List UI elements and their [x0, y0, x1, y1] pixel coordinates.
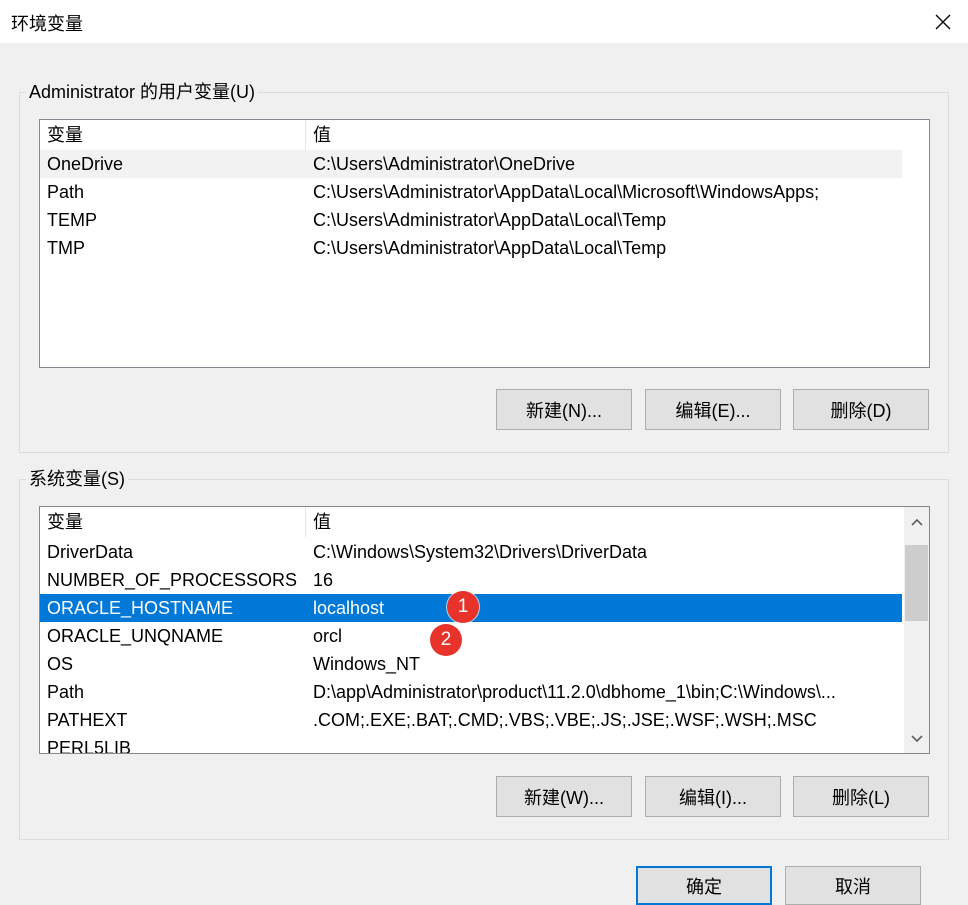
var-value: C:\Users\Administrator\AppData\Local\Tem…	[313, 210, 667, 230]
user-delete-button[interactable]: 删除(D)	[793, 389, 929, 430]
user-new-button[interactable]: 新建(N)...	[496, 389, 632, 430]
chevron-up-icon	[910, 518, 923, 526]
var-value: .COM;.EXE;.BAT;.CMD;.VBS;.VBE;.JS;.JSE;.…	[313, 710, 817, 730]
column-divider[interactable]	[305, 120, 306, 150]
var-value: localhost	[313, 598, 385, 618]
system-delete-button[interactable]: 删除(L)	[793, 776, 929, 817]
table-row[interactable]: TEMP C:\Users\Administrator\AppData\Loca…	[40, 206, 902, 234]
var-value: D:\app\Administrator\product\11.2.0\dbho…	[313, 682, 836, 702]
system-new-button[interactable]: 新建(W)...	[496, 776, 632, 817]
var-value: C:\Users\Administrator\AppData\Local\Mic…	[313, 182, 820, 202]
ok-button[interactable]: 确定	[636, 866, 772, 905]
var-name: DriverData	[47, 542, 134, 562]
table-row[interactable]: ORACLE_UNQNAME orcl	[40, 622, 902, 650]
table-row[interactable]: PATHEXT .COM;.EXE;.BAT;.CMD;.VBS;.VBE;.J…	[40, 706, 902, 734]
annotation-badge-1: 1	[447, 591, 479, 623]
table-row[interactable]: OneDrive C:\Users\Administrator\OneDrive	[40, 150, 902, 178]
system-vars-header: 变量 值	[40, 507, 902, 537]
table-row[interactable]: DriverData C:\Windows\System32\Drivers\D…	[40, 538, 902, 566]
scroll-up-button[interactable]	[904, 509, 929, 534]
system-vars-list[interactable]: 变量 值 DriverData C:\Windows\System32\Driv…	[39, 506, 930, 754]
var-value: Windows_NT	[313, 654, 421, 674]
annotation-badge-2: 2	[430, 624, 462, 656]
var-name: Path	[47, 682, 85, 702]
system-edit-button[interactable]: 编辑(I)...	[645, 776, 781, 817]
column-divider[interactable]	[305, 507, 306, 537]
var-value: C:\Users\Administrator\AppData\Local\Tem…	[313, 238, 667, 258]
close-button[interactable]	[918, 0, 968, 43]
column-header-value[interactable]: 值	[313, 120, 331, 150]
system-vars-label: 系统变量(S)	[26, 467, 128, 491]
user-vars-group: Administrator 的用户变量(U) 变量 值 OneDrive C:\…	[19, 80, 949, 453]
var-name: Path	[47, 182, 85, 202]
title-bar: 环境变量	[0, 0, 968, 43]
user-vars-header: 变量 值	[40, 120, 902, 150]
cancel-button[interactable]: 取消	[785, 866, 921, 905]
user-vars-list[interactable]: 变量 值 OneDrive C:\Users\Administrator\One…	[39, 119, 930, 368]
user-vars-label: Administrator 的用户变量(U)	[26, 80, 259, 104]
var-name: OneDrive	[47, 154, 124, 174]
chevron-down-icon	[910, 734, 923, 742]
column-header-name[interactable]: 变量	[47, 507, 305, 537]
user-edit-button[interactable]: 编辑(E)...	[645, 389, 781, 430]
var-value: orcl	[313, 626, 343, 646]
system-vars-group: 系统变量(S) 变量 值 DriverData C:\Windows\Syste…	[19, 467, 949, 840]
var-name: TEMP	[47, 210, 98, 230]
table-row[interactable]: TMP C:\Users\Administrator\AppData\Local…	[40, 234, 902, 262]
table-row[interactable]: PERL5LIB	[40, 734, 902, 754]
var-name: PATHEXT	[47, 710, 128, 730]
var-name: NUMBER_OF_PROCESSORS	[47, 570, 298, 590]
var-name: PERL5LIB	[47, 738, 132, 754]
var-name: OS	[47, 654, 74, 674]
scroll-thumb[interactable]	[905, 545, 928, 621]
var-name: ORACLE_UNQNAME	[47, 626, 224, 646]
table-row[interactable]: Path C:\Users\Administrator\AppData\Loca…	[40, 178, 902, 206]
window-title: 环境变量	[11, 14, 83, 34]
var-value: C:\Windows\System32\Drivers\DriverData	[313, 542, 648, 562]
var-value: 16	[313, 570, 334, 590]
table-row[interactable]: Path D:\app\Administrator\product\11.2.0…	[40, 678, 902, 706]
var-name: TMP	[47, 238, 85, 258]
scroll-down-button[interactable]	[904, 726, 929, 751]
table-row[interactable]: NUMBER_OF_PROCESSORS 16	[40, 566, 902, 594]
table-row[interactable]: OS Windows_NT	[40, 650, 902, 678]
var-value: C:\Users\Administrator\OneDrive	[313, 154, 576, 174]
close-icon	[935, 14, 951, 29]
var-name: ORACLE_HOSTNAME	[47, 598, 234, 618]
column-header-name[interactable]: 变量	[47, 120, 305, 150]
column-header-value[interactable]: 值	[313, 507, 331, 537]
vertical-scrollbar[interactable]	[904, 507, 929, 753]
